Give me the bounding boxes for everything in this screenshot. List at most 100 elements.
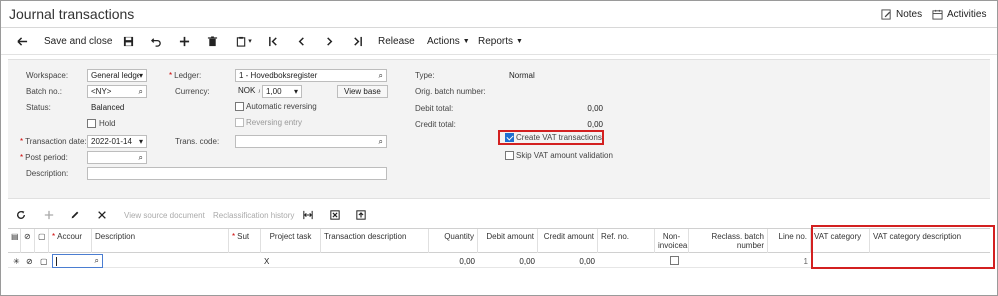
- skip-vat-checkbox[interactable]: [505, 151, 514, 160]
- batch-number-field[interactable]: <NY> ⌕: [87, 85, 147, 98]
- add-button[interactable]: [177, 33, 191, 49]
- first-icon: [268, 36, 277, 46]
- view-source-document-button[interactable]: View source document: [124, 209, 205, 221]
- undo-button[interactable]: [149, 33, 163, 49]
- page-title: Journal transactions: [9, 6, 135, 22]
- refresh-button[interactable]: [16, 209, 28, 221]
- column-settings-icon[interactable]: ▤: [8, 229, 21, 253]
- reversing-entry-label: Reversing entry: [246, 118, 303, 127]
- chevron-right-icon: [326, 36, 332, 46]
- trans-code-field[interactable]: ⌕: [235, 135, 387, 148]
- last-record-button[interactable]: [350, 33, 364, 49]
- notes-link[interactable]: Notes: [881, 9, 922, 20]
- actions-menu[interactable]: Actions ▼: [427, 33, 470, 49]
- workspace-select[interactable]: General ledge ▾: [87, 69, 147, 82]
- column-project-task[interactable]: Project task: [261, 229, 321, 253]
- fit-width-icon: [303, 210, 313, 220]
- document-column-icon: ▢: [35, 229, 49, 253]
- currency-rate-value: 1,00: [266, 87, 282, 96]
- column-description[interactable]: Description: [92, 229, 229, 253]
- non-invoiceable-checkbox[interactable]: [670, 256, 679, 265]
- currency-code-value: NOK: [238, 86, 256, 95]
- chevron-down-icon: ▾: [138, 71, 143, 80]
- column-ref-no[interactable]: Ref. no.: [598, 229, 655, 253]
- hold-checkbox[interactable]: [87, 119, 96, 128]
- plus-icon: [179, 36, 189, 46]
- row-selector-icon[interactable]: ✳: [10, 254, 23, 267]
- currency-code-field[interactable]: NOK ⌕: [235, 85, 260, 98]
- debit-total-label: Debit total:: [415, 104, 454, 113]
- status-label: Status:: [26, 103, 51, 112]
- column-sub-label: Sut: [237, 232, 250, 241]
- description-field[interactable]: [87, 167, 387, 180]
- grid-edit-button[interactable]: [70, 209, 82, 221]
- column-transaction-description[interactable]: Transaction description: [321, 229, 429, 253]
- debit-cell[interactable]: 0,00: [478, 254, 538, 267]
- batch-value: <NY>: [91, 87, 112, 96]
- credit-cell[interactable]: 0,00: [538, 254, 598, 267]
- first-record-button[interactable]: [266, 33, 280, 49]
- project-task-cell[interactable]: X: [261, 254, 277, 267]
- row-attachment-icon[interactable]: ⊘: [23, 254, 36, 267]
- reports-menu[interactable]: Reports ▼: [478, 33, 523, 49]
- transaction-date-value: 2022-01-14: [91, 137, 132, 146]
- reversing-entry-checkbox[interactable]: [235, 118, 244, 127]
- search-icon: ⌕: [378, 137, 383, 146]
- chevron-down-icon: ▾: [293, 87, 298, 96]
- copy-paste-button[interactable]: ▾: [233, 33, 255, 49]
- column-reclass-batch[interactable]: Reclass. batch number: [689, 229, 768, 253]
- fit-columns-button[interactable]: [303, 209, 315, 221]
- search-icon[interactable]: ⌕: [95, 256, 99, 266]
- back-button[interactable]: [15, 33, 29, 49]
- account-cell-editor[interactable]: ⌕: [52, 254, 103, 268]
- currency-rate-field[interactable]: 1,00 ▾: [262, 85, 302, 98]
- post-period-label: * Post period:: [20, 153, 68, 162]
- save-close-button[interactable]: Save and close: [44, 33, 112, 49]
- column-debit-amount[interactable]: Debit amount: [478, 229, 538, 253]
- description-label: Description:: [26, 169, 69, 178]
- prev-record-button[interactable]: [294, 33, 308, 49]
- transaction-date-field[interactable]: 2022-01-14 ▾: [87, 135, 147, 148]
- search-icon: ⌕: [138, 87, 143, 96]
- notes-label: Notes: [896, 9, 923, 20]
- grid-delete-button[interactable]: [97, 209, 109, 221]
- reclassification-history-button[interactable]: Reclassification history: [213, 209, 294, 221]
- automatic-reversing-checkbox[interactable]: [235, 102, 244, 111]
- column-sub[interactable]: * Sut: [229, 229, 261, 253]
- column-credit-amount[interactable]: Credit amount: [538, 229, 598, 253]
- orig-batch-label: Orig. batch number:: [415, 87, 486, 96]
- grid-add-button[interactable]: [44, 209, 56, 221]
- actions-label: Actions: [427, 35, 460, 47]
- credit-total-label: Credit total:: [415, 120, 456, 129]
- create-vat-checkbox[interactable]: [505, 133, 514, 142]
- export-excel-button[interactable]: [330, 209, 342, 221]
- quantity-cell[interactable]: 0,00: [429, 254, 478, 267]
- row-document-icon[interactable]: ▢: [37, 254, 51, 267]
- column-quantity[interactable]: Quantity: [429, 229, 478, 253]
- release-button[interactable]: Release: [378, 33, 415, 49]
- column-line-no[interactable]: Line no.: [768, 229, 811, 253]
- plus-icon: [44, 210, 54, 220]
- clipboard-icon: [237, 36, 246, 47]
- column-non-invoiceable[interactable]: Non-invoicea: [655, 229, 689, 253]
- search-icon: ⌕: [259, 86, 260, 96]
- next-record-button[interactable]: [322, 33, 336, 49]
- trans-code-label: Trans. code:: [175, 137, 220, 146]
- excel-icon: [330, 210, 340, 220]
- delete-button[interactable]: [205, 33, 219, 49]
- ledger-value: 1 - Hovedboksregister: [239, 71, 318, 80]
- ledger-text: Ledger:: [174, 71, 202, 80]
- activities-link[interactable]: Activities: [932, 9, 986, 20]
- type-label: Type:: [415, 71, 435, 80]
- view-base-button[interactable]: View base: [337, 85, 388, 98]
- workspace-value: General ledge: [91, 71, 142, 80]
- ledger-field[interactable]: 1 - Hovedboksregister ⌕: [235, 69, 387, 82]
- upload-button[interactable]: [356, 209, 368, 221]
- search-icon: ⌕: [138, 153, 143, 162]
- column-account[interactable]: * Accour: [49, 229, 92, 253]
- post-period-field[interactable]: ⌕: [87, 151, 147, 164]
- save-button[interactable]: [121, 33, 135, 49]
- pencil-icon: [71, 211, 79, 219]
- attachment-column-icon: ⊘: [21, 229, 35, 253]
- refresh-icon: [17, 210, 25, 219]
